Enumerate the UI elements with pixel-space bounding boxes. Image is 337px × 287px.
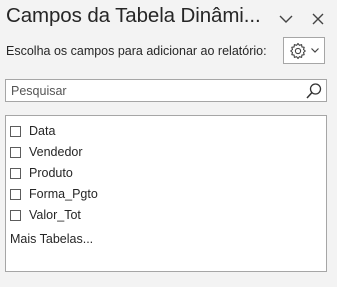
search-input[interactable] <box>11 82 301 99</box>
pane-title-actions <box>277 10 327 28</box>
field-checkbox[interactable] <box>10 167 21 179</box>
field-label: Data <box>29 124 56 138</box>
gear-icon <box>290 42 306 59</box>
pane-subtitle: Escolha os campos para adicionar ao rela… <box>6 44 267 58</box>
search-icon[interactable] <box>305 82 323 105</box>
pane-options-chevron-down-icon[interactable] <box>277 10 295 28</box>
field-item-produto[interactable]: Produto <box>10 164 73 182</box>
field-label: Forma_Pgto <box>29 187 98 201</box>
field-item-data[interactable]: Data <box>10 122 55 140</box>
field-label: Produto <box>29 166 73 180</box>
field-list: Data Vendedor Produto Forma_Pgto Valor_T… <box>5 115 327 272</box>
pane-title: Campos da Tabela Dinâmi... <box>6 4 261 27</box>
field-checkbox[interactable] <box>10 146 21 158</box>
field-label: Vendedor <box>29 145 83 159</box>
field-checkbox[interactable] <box>10 188 21 200</box>
tools-settings-button[interactable] <box>283 37 325 64</box>
close-icon[interactable] <box>309 10 327 28</box>
chevron-down-icon <box>311 48 319 53</box>
more-tables-link[interactable]: Mais Tabelas... <box>10 232 93 246</box>
search-box <box>5 79 327 102</box>
field-item-forma-pgto[interactable]: Forma_Pgto <box>10 185 98 203</box>
field-checkbox[interactable] <box>10 209 21 221</box>
field-item-vendedor[interactable]: Vendedor <box>10 143 83 161</box>
field-checkbox[interactable] <box>10 125 21 137</box>
field-item-valor-tot[interactable]: Valor_Tot <box>10 206 81 224</box>
field-label: Valor_Tot <box>29 208 81 222</box>
